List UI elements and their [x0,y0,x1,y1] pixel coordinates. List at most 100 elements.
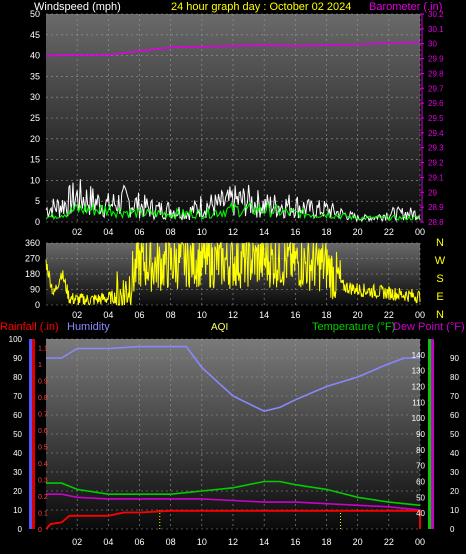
rainfall-y-tick-label: 1 [38,362,42,369]
compass-label: S [436,273,443,285]
dewpoint-y-tick-label: 70 [450,392,459,401]
barometer-y-tick-label: 29 [428,188,437,197]
barometer-y-tick-label: 28.9 [428,203,444,212]
rainfall-y-tick-label: 0 [38,527,42,534]
temp-x-tick-label: 18 [321,537,331,547]
dewpoint-y-tick-label: 30 [450,468,459,477]
temp-x-tick-label: 08 [166,537,176,547]
direction-x-tick-label: 12 [228,310,238,320]
dewpoint-y-tick-label: 0 [450,525,455,534]
compass-label: N [436,237,444,249]
humidity-y-tick-label: 30 [13,468,22,477]
temp-x-tick-label: 04 [103,537,113,547]
wind-x-tick-label: 20 [353,227,363,237]
rainfall-y-tick-label: 0.6 [38,428,48,435]
humidity-y-tick-label: 60 [13,411,22,420]
barometer-y-tick-label: 29.4 [428,129,444,138]
wind-x-tick-label: 10 [197,227,207,237]
wind-x-tick-label: 06 [134,227,144,237]
direction-y-tick-label: 270 [25,254,40,264]
rainfall-y-tick-label: 0.9 [38,378,48,385]
temp-x-tick-label: 10 [197,537,207,547]
compass-label: W [435,255,446,267]
direction-x-tick-label: 08 [166,310,176,320]
barometer-y-tick-label: 29.5 [428,114,444,123]
dewpoint-axis-bar [431,339,434,529]
temp-x-tick-label: 12 [228,537,238,547]
temp-x-tick-label: 16 [290,537,300,547]
temp-x-tick-label: 06 [134,537,144,547]
rainfall-y-tick-label: 0.5 [38,444,48,451]
direction-x-tick-label: 16 [290,310,300,320]
humidity-y-tick-label: 20 [13,487,22,496]
barometer-y-tick-label: 29.7 [428,84,444,93]
humidity-y-tick-label: 0 [18,525,23,534]
dewpoint-y-tick-label: 40 [450,449,459,458]
direction-x-tick-label: 20 [353,310,363,320]
rainfall-y-tick-label: 0.4 [38,461,48,468]
rainfall-axis-bar [32,339,35,529]
wind-x-tick-label: 02 [72,227,82,237]
barometer-y-tick-label: 29.8 [428,69,444,78]
compass-label: E [436,291,443,303]
humidity-title: Humidity [67,321,110,333]
direction-x-tick-label: 00 [415,310,425,320]
temp-x-tick-label: 14 [259,537,269,547]
temperature-y-tick-label: 80 [416,446,425,455]
direction-x-tick-label: 10 [197,310,207,320]
dewpoint-y-tick-label: 10 [450,506,459,515]
temperature-y-tick-label: 90 [416,430,425,439]
humidity-axis-bar [29,339,32,529]
humidity-y-tick-label: 80 [13,373,22,382]
wind-y-tick-label: 15 [30,155,40,165]
humidity-y-tick-label: 40 [13,449,22,458]
wind-x-tick-label: 04 [103,227,113,237]
barometer-y-tick-label: 29.3 [428,144,444,153]
rainfall-y-tick-label: 0.7 [38,411,48,418]
temperature-y-tick-label: 70 [416,462,425,471]
wind-y-tick-label: 45 [30,30,40,40]
humidity-y-tick-label: 70 [13,392,22,401]
barometer-y-tick-label: 30.2 [428,10,444,19]
humidity-y-tick-label: 100 [9,335,23,344]
wind-y-tick-label: 50 [30,9,40,19]
barometer-y-tick-label: 29.1 [428,173,444,182]
compass-label: N [436,309,444,321]
temperature-y-tick-label: 60 [416,478,425,487]
dewpoint-y-tick-label: 20 [450,487,459,496]
temp-x-tick-label: 00 [415,537,425,547]
wind-x-tick-label: 16 [290,227,300,237]
chart-title: 24 hour graph day : October 02 2024 [171,1,351,13]
barometer-y-tick-label: 29.6 [428,99,444,108]
barometer-y-tick-label: 28.8 [428,218,444,227]
dewpoint-y-tick-label: 60 [450,411,459,420]
humidity-y-tick-label: 10 [13,506,22,515]
wind-y-tick-label: 40 [30,51,40,61]
wind-x-tick-label: 18 [321,227,331,237]
direction-x-tick-label: 02 [72,310,82,320]
wind-x-tick-label: 00 [415,227,425,237]
aqi-title: AQI [211,322,228,333]
temperature-y-tick-label: 130 [412,367,426,376]
humidity-y-tick-label: 90 [13,354,22,363]
direction-x-tick-label: 14 [259,310,269,320]
rainfall-y-tick-label: 0.2 [38,494,48,501]
barometer-y-tick-label: 30 [428,40,437,49]
dewpoint-y-tick-label: 50 [450,430,459,439]
wind-x-tick-label: 22 [384,227,394,237]
temperature-y-tick-label: 120 [412,383,426,392]
direction-x-tick-label: 18 [321,310,331,320]
direction-y-tick-label: 0 [35,300,40,310]
rainfall-title: Rainfall (.in) [0,321,59,333]
humidity-y-tick-label: 50 [13,430,22,439]
barometer-y-tick-label: 30.1 [428,25,444,34]
wind-y-tick-label: 5 [35,196,40,206]
weather-graph-canvas: Windspeed (mph) 24 hour graph day : Octo… [0,1,465,547]
wind-x-tick-label: 14 [259,227,269,237]
wind-y-tick-label: 30 [30,92,40,102]
direction-y-tick-label: 90 [30,285,40,295]
temperature-y-tick-label: 40 [416,509,425,518]
rainfall-y-tick-label: 1.1 [38,345,48,352]
wind-y-tick-label: 20 [30,134,40,144]
wind-y-tick-label: 0 [35,217,40,227]
